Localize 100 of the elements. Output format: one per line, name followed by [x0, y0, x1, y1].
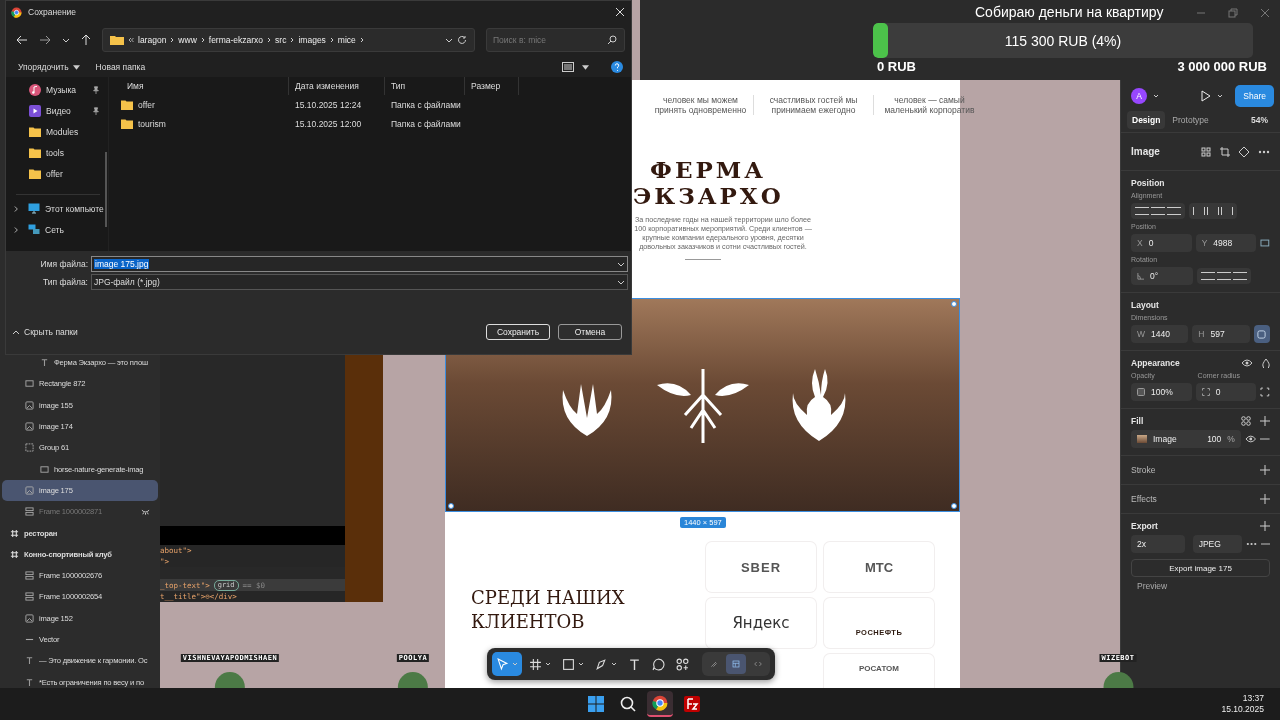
pin-icon[interactable]	[92, 85, 100, 94]
horizontal-align-buttons[interactable]	[1131, 203, 1185, 219]
caret-icon[interactable]	[1153, 94, 1159, 98]
layout-icon[interactable]	[732, 658, 740, 670]
more-icon[interactable]	[1245, 542, 1257, 546]
forward-arrow-icon[interactable]	[39, 35, 51, 45]
caret-icon[interactable]	[611, 662, 617, 666]
width-field[interactable]: W 1440	[1131, 325, 1189, 343]
preview-toggle[interactable]: Preview	[1131, 581, 1270, 591]
address-bar[interactable]: laragon www ferma-ekzarxo src images mice	[102, 28, 475, 52]
format-dropdown[interactable]: JPEG	[1192, 535, 1242, 553]
nav-item[interactable]: Сеть	[6, 219, 108, 240]
nav-item[interactable]: Modules	[6, 121, 108, 142]
hidden-eye-icon[interactable]	[141, 508, 150, 515]
caret-icon[interactable]	[72, 64, 80, 70]
flip-buttons[interactable]	[1197, 268, 1251, 284]
frame-icon[interactable]	[529, 657, 542, 671]
square-icon[interactable]	[562, 657, 575, 671]
breadcrumb[interactable]: src	[275, 35, 287, 45]
constrain-proportions-button[interactable]	[1253, 325, 1270, 343]
scale-dropdown[interactable]: 2x	[1131, 535, 1185, 553]
column-header[interactable]: Дата изменения	[289, 77, 385, 95]
user-avatar[interactable]: A	[1131, 88, 1147, 104]
height-field[interactable]: H 597	[1192, 325, 1250, 343]
chevron-icon[interactable]	[290, 37, 295, 43]
hide-folders-button[interactable]: Скрыть папки	[6, 326, 84, 338]
breadcrumb[interactable]: ferma-ekzarxo	[208, 35, 264, 45]
minus-icon[interactable]	[1260, 543, 1270, 545]
plus-icon[interactable]	[1260, 416, 1270, 426]
crop-icon[interactable]	[1220, 146, 1230, 157]
view-list-icon[interactable]	[562, 62, 574, 72]
chevron-icon[interactable]	[329, 37, 334, 43]
chevron-up-icon[interactable]	[12, 329, 20, 335]
save-button[interactable]: Сохранить	[486, 324, 550, 340]
column-header[interactable]: Размер	[465, 77, 519, 95]
search-field[interactable]: Поиск в: mice	[486, 28, 625, 52]
refresh-icon[interactable]	[457, 35, 467, 45]
new-folder-button[interactable]: Новая папка	[91, 60, 150, 74]
organize-button[interactable]: Упорядочить	[14, 60, 84, 74]
plus-icon[interactable]	[1260, 465, 1270, 475]
export-button[interactable]: Export image 175	[1131, 559, 1270, 577]
constrain-icon[interactable]	[1257, 329, 1267, 339]
expand-chevron-icon[interactable]	[14, 225, 19, 234]
design-mode-button[interactable]	[726, 654, 746, 674]
chevron-icon[interactable]	[359, 37, 364, 43]
eye-icon[interactable]	[1241, 359, 1253, 367]
expand-chevron-icon[interactable]	[14, 204, 19, 213]
ftp-client-logo-icon[interactable]	[684, 696, 700, 712]
plus-icon[interactable]	[1260, 521, 1270, 531]
comment-icon[interactable]	[652, 657, 665, 671]
pin-icon[interactable]	[92, 106, 100, 115]
panel-tab[interactable]: Prototype	[1167, 111, 1214, 129]
dropdown-chevron-icon[interactable]	[617, 279, 625, 285]
double-chevron-icon[interactable]	[128, 37, 134, 43]
eye-icon[interactable]	[1244, 435, 1257, 443]
search-icon[interactable]	[620, 696, 636, 712]
file-name-field[interactable]: image 175.jpg	[91, 256, 628, 272]
chevron-icon[interactable]	[267, 37, 272, 43]
nav-item[interactable]: Этот компьюте	[6, 198, 108, 219]
selected-photo-placeholder[interactable]	[445, 298, 960, 512]
nav-item[interactable]: tools	[6, 142, 108, 163]
nav-item[interactable]: offer	[6, 163, 108, 184]
vertical-align-buttons[interactable]	[1189, 203, 1237, 219]
actions-icon[interactable]	[676, 657, 689, 671]
nav-item[interactable]: Видео	[6, 100, 108, 121]
help-icon[interactable]	[611, 61, 623, 73]
corners-icon[interactable]	[1260, 387, 1270, 397]
pen-icon[interactable]	[595, 657, 608, 671]
column-header[interactable]: Тип	[385, 77, 465, 95]
breadcrumb[interactable]: laragon	[138, 35, 167, 45]
file-row[interactable]: offer 15.10.2025 12:24 Папка с файлами	[109, 95, 631, 114]
x-field[interactable]: X 0	[1131, 234, 1192, 252]
caret-icon[interactable]	[62, 37, 70, 43]
caret-icon[interactable]	[582, 64, 589, 70]
more-icon[interactable]	[1258, 149, 1270, 154]
caret-icon[interactable]	[1217, 94, 1224, 98]
caret-icon[interactable]	[578, 662, 584, 666]
file-type-dropdown[interactable]: JPG-файл (*.jpg)	[91, 274, 628, 290]
breadcrumb[interactable]: mice	[337, 35, 356, 45]
constraints-icon[interactable]	[1260, 238, 1270, 248]
plus-icon[interactable]	[1260, 494, 1270, 504]
breadcrumb[interactable]: www	[178, 35, 197, 45]
column-header[interactable]: Имя	[109, 77, 289, 95]
zoom-dropdown[interactable]: 54%	[1245, 114, 1274, 126]
y-field[interactable]: Y 4988	[1195, 234, 1257, 252]
corner-radius-field[interactable]: 0	[1195, 383, 1257, 401]
caret-icon[interactable]	[445, 37, 453, 43]
browser-logo-icon[interactable]	[652, 695, 668, 711]
opacity-field[interactable]: 100%	[1131, 383, 1192, 401]
panel-tab[interactable]: Design	[1127, 111, 1166, 129]
chevron-icon[interactable]	[200, 37, 205, 43]
text-icon[interactable]	[628, 657, 641, 671]
component-icon[interactable]	[1239, 146, 1249, 157]
styles-icon[interactable]	[1241, 416, 1251, 426]
drop-icon[interactable]	[1262, 358, 1270, 368]
grid-icon[interactable]	[1201, 146, 1211, 157]
chevron-icon[interactable]	[170, 37, 175, 43]
chrome-taskbar-icon[interactable]	[647, 691, 673, 717]
fill-field[interactable]: Image 100 %	[1131, 430, 1241, 448]
nav-item[interactable]: Музыка	[6, 79, 108, 100]
